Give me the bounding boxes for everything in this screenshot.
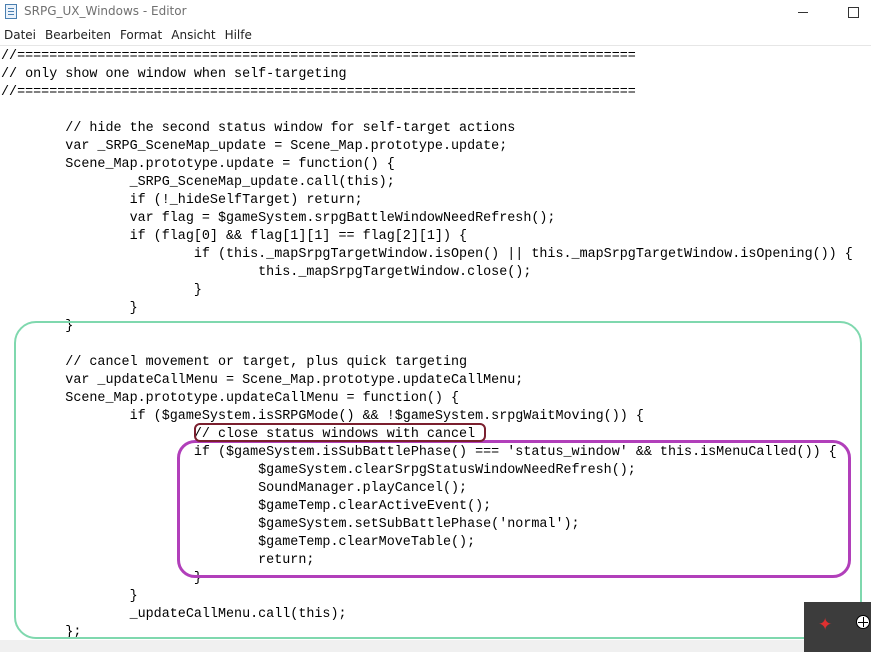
comment-highlight-box	[194, 423, 486, 442]
code-line[interactable]: //======================================…	[1, 48, 853, 66]
window-title: SRPG_UX_Windows - Editor	[24, 4, 187, 18]
menu-hilfe[interactable]: Hilfe	[221, 26, 257, 46]
notepad-icon	[5, 4, 17, 19]
menu-datei[interactable]: Datei	[0, 26, 41, 46]
code-line[interactable]: // hide the second status window for sel…	[1, 120, 853, 138]
code-line[interactable]: if (this._mapSrpgTargetWindow.isOpen() |…	[1, 246, 853, 264]
code-line[interactable]: var flag = $gameSystem.srpgBattleWindowN…	[1, 210, 853, 228]
title-bar: SRPG_UX_Windows - Editor	[0, 0, 871, 24]
maximize-icon	[847, 6, 859, 18]
move-cursor-icon	[856, 615, 870, 629]
horizontal-scrollbar[interactable]	[0, 640, 871, 652]
code-line[interactable]: var _SRPG_SceneMap_update = Scene_Map.pr…	[1, 138, 853, 156]
code-line[interactable]: if (!_hideSelfTarget) return;	[1, 192, 853, 210]
code-line[interactable]: _SRPG_SceneMap_update.call(this);	[1, 174, 853, 192]
minimize-icon	[798, 11, 808, 13]
code-line[interactable]: //======================================…	[1, 84, 853, 102]
menu-bar: Datei Bearbeiten Format Ansicht Hilfe	[0, 26, 871, 46]
code-line[interactable]: }	[1, 300, 853, 318]
menu-format[interactable]: Format	[116, 26, 167, 46]
code-line[interactable]: if (flag[0] && flag[1][1] == flag[2][1])…	[1, 228, 853, 246]
code-line[interactable]: }	[1, 282, 853, 300]
minimize-button[interactable]	[780, 0, 826, 24]
code-line[interactable]: // only show one window when self-target…	[1, 66, 853, 84]
menu-ansicht[interactable]: Ansicht	[167, 26, 220, 46]
menu-bearbeiten[interactable]: Bearbeiten	[41, 26, 116, 46]
code-line[interactable]	[1, 102, 853, 120]
code-line[interactable]: Scene_Map.prototype.update = function() …	[1, 156, 853, 174]
purple-highlight-box	[177, 440, 851, 578]
maximize-button[interactable]	[830, 0, 871, 24]
code-line[interactable]: this._mapSrpgTargetWindow.close();	[1, 264, 853, 282]
gamepad-icon: ✦	[818, 615, 833, 635]
